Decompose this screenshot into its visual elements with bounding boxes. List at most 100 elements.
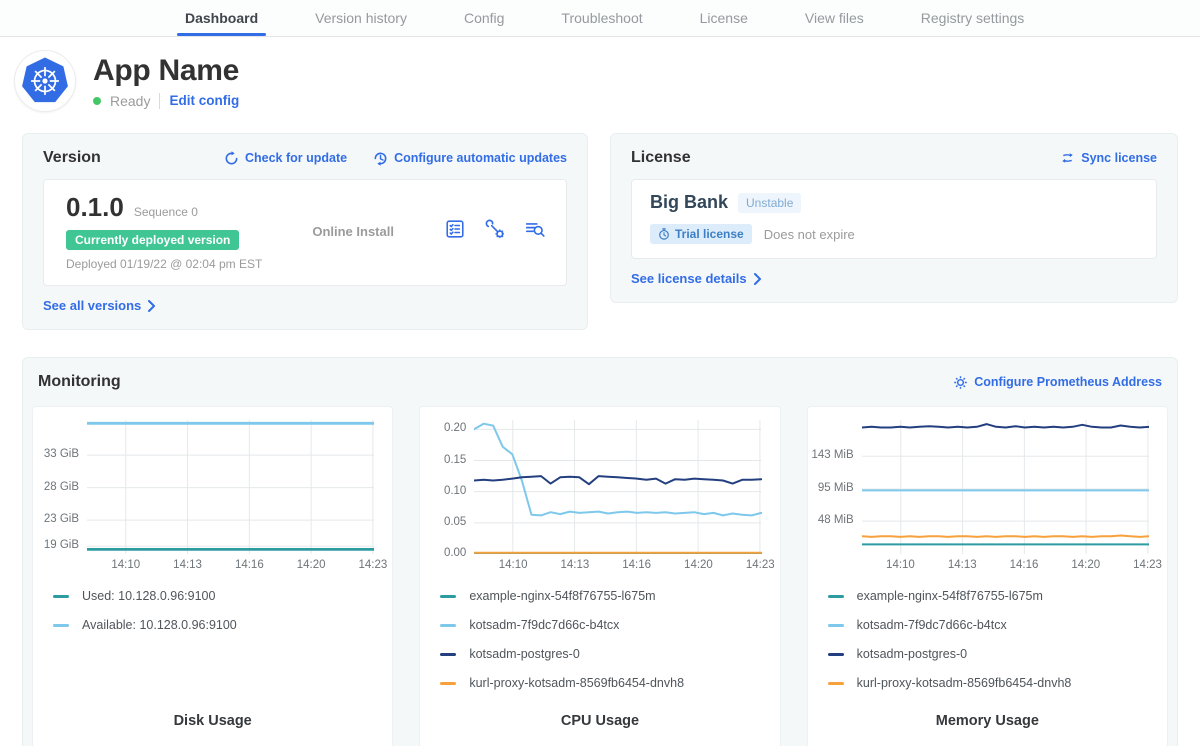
app-status-row: Ready Edit config: [93, 93, 239, 109]
tab-troubleshoot[interactable]: Troubleshoot: [561, 0, 642, 36]
tab-config[interactable]: Config: [464, 0, 504, 36]
monitoring-header: Monitoring Configure Prometheus Address: [32, 370, 1168, 394]
sync-license-link[interactable]: Sync license: [1060, 151, 1157, 165]
x-axis-label: 14:13: [173, 559, 202, 571]
tab-version-history[interactable]: Version history: [315, 0, 407, 36]
y-axis-label: 19 GiB: [44, 539, 79, 551]
version-actions: Check for update Configure automatic upd…: [224, 151, 567, 166]
tab-license[interactable]: License: [700, 0, 748, 36]
x-axis-label: 14:16: [235, 559, 264, 571]
legend-item: example-nginx-54f8f76755-l675m: [440, 589, 779, 603]
chart-legend: Used: 10.128.0.96:9100 Available: 10.128.…: [53, 589, 392, 647]
legend-swatch-icon: [53, 595, 69, 598]
config-wrench-icon[interactable]: [484, 218, 506, 245]
edit-config-link[interactable]: Edit config: [169, 93, 239, 108]
monitoring-title: Monitoring: [38, 373, 121, 391]
chevron-right-icon: [753, 273, 762, 285]
legend-swatch-icon: [440, 682, 456, 685]
x-axis-label: 14:23: [1133, 559, 1162, 571]
see-all-versions-link[interactable]: See all versions: [43, 298, 156, 313]
series-line-kotsadm-postgres-0: [862, 424, 1149, 427]
install-type-label: Online Install: [262, 224, 444, 239]
configure-auto-updates-label: Configure automatic updates: [394, 151, 567, 165]
stopwatch-icon: [658, 228, 670, 240]
see-all-versions-label: See all versions: [43, 298, 141, 313]
version-number: 0.1.0: [66, 192, 124, 223]
view-logs-icon[interactable]: [524, 218, 546, 245]
x-axis: 14:1014:1314:1614:2014:23: [862, 559, 1149, 577]
x-axis-label: 14:10: [499, 559, 528, 571]
plot-area: 143 MiB 95 MiB 48 MiB: [808, 420, 1149, 554]
tab-dashboard[interactable]: Dashboard: [185, 0, 258, 36]
preflight-checks-icon[interactable]: [444, 218, 466, 245]
x-axis: 14:1014:1314:1614:2014:23: [474, 559, 761, 577]
deployed-timestamp: Deployed 01/19/22 @ 02:04 pm EST: [66, 257, 262, 271]
x-axis-label: 14:23: [746, 559, 775, 571]
tab-view-files[interactable]: View files: [805, 0, 864, 36]
y-axis-label: 95 MiB: [818, 482, 854, 494]
deployed-version-badge: Currently deployed version: [66, 230, 239, 250]
legend-item: Used: 10.128.0.96:9100: [53, 589, 392, 603]
x-axis-label: 14:23: [359, 559, 388, 571]
plot: [87, 420, 374, 554]
configure-prometheus-label: Configure Prometheus Address: [974, 375, 1162, 389]
x-axis-label: 14:10: [886, 559, 915, 571]
x-axis-label: 14:16: [1010, 559, 1039, 571]
y-axis-label: 0.20: [444, 422, 466, 434]
tab-registry-settings[interactable]: Registry settings: [921, 0, 1024, 36]
check-for-update-link[interactable]: Check for update: [224, 151, 347, 166]
version-card-title: Version: [43, 149, 101, 167]
kubernetes-logo-icon: [14, 50, 76, 112]
series-line-kotsadm-7f9dc7d66c-b4tcx: [474, 424, 761, 516]
version-line: 0.1.0 Sequence 0: [66, 192, 262, 223]
y-axis-label: 0.15: [444, 454, 466, 466]
nav-tabs: Dashboard Version history Config Troublesho…: [185, 0, 1200, 36]
legend-item: example-nginx-54f8f76755-l675m: [828, 589, 1167, 603]
version-action-icons: [444, 218, 546, 245]
chart-card-memory-usage: 143 MiB95 MiB48 MiB14:1014:1314:1614:201…: [807, 406, 1168, 746]
app-title: App Name: [93, 54, 239, 88]
configure-auto-updates-link[interactable]: Configure automatic updates: [373, 151, 567, 166]
check-for-update-label: Check for update: [245, 151, 347, 165]
gear-icon: [953, 375, 968, 390]
customer-name: Big Bank: [650, 192, 728, 213]
legend-swatch-icon: [440, 595, 456, 598]
divider: [159, 93, 160, 109]
legend-item: kotsadm-7f9dc7d66c-b4tcx: [828, 618, 1167, 632]
y-axis-label: 143 MiB: [811, 449, 853, 461]
y-axis-label: 0.10: [444, 485, 466, 497]
y-axis-label: 23 GiB: [44, 513, 79, 525]
chart-plot: [474, 420, 761, 554]
status-dot-icon: [93, 97, 101, 105]
sequence-label: Sequence 0: [134, 205, 198, 219]
legend-item: kurl-proxy-kotsadm-8569fb6454-dnvh8: [828, 676, 1167, 690]
legend-swatch-icon: [440, 653, 456, 656]
channel-badge: Unstable: [738, 193, 801, 213]
charts-row: 33 GiB28 GiB23 GiB19 GiB14:1014:1314:161…: [32, 406, 1168, 746]
see-license-details-link[interactable]: See license details: [631, 271, 762, 286]
legend-label: Used: 10.128.0.96:9100: [82, 589, 215, 603]
chart-legend: example-nginx-54f8f76755-l675m kotsadm-7f…: [828, 589, 1167, 705]
x-axis-label: 14:10: [111, 559, 140, 571]
configure-prometheus-link[interactable]: Configure Prometheus Address: [953, 375, 1162, 390]
x-axis-label: 14:20: [684, 559, 713, 571]
current-version-card: 0.1.0 Sequence 0 Currently deployed vers…: [43, 179, 567, 286]
chart-card-disk-usage: 33 GiB28 GiB23 GiB19 GiB14:1014:1314:161…: [32, 406, 393, 746]
legend-swatch-icon: [828, 624, 844, 627]
license-card-header: License Sync license: [631, 146, 1157, 170]
y-axis-label: 0.05: [444, 516, 466, 528]
legend-label: Available: 10.128.0.96:9100: [82, 618, 237, 632]
legend-label: example-nginx-54f8f76755-l675m: [469, 589, 655, 603]
chart-legend: example-nginx-54f8f76755-l675mkotsadm-7f…: [440, 589, 779, 705]
x-axis-label: 14:13: [948, 559, 977, 571]
chart-plot: [87, 420, 374, 554]
y-axis: 0.200.150.100.050.00: [420, 420, 474, 554]
plot: [474, 420, 761, 554]
legend-label: kurl-proxy-kotsadm-8569fb6454-dnvh8: [469, 676, 684, 690]
legend-label: kotsadm-7f9dc7d66c-b4tcx: [857, 618, 1007, 632]
y-axis: 33 GiB28 GiB23 GiB19 GiB: [33, 420, 87, 554]
trial-license-badge: Trial license: [650, 224, 752, 244]
y-axis-label: 48 MiB: [818, 514, 854, 526]
legend-label: kurl-proxy-kotsadm-8569fb6454-dnvh8: [857, 676, 1072, 690]
y-axis-label: 0.00: [444, 547, 466, 559]
